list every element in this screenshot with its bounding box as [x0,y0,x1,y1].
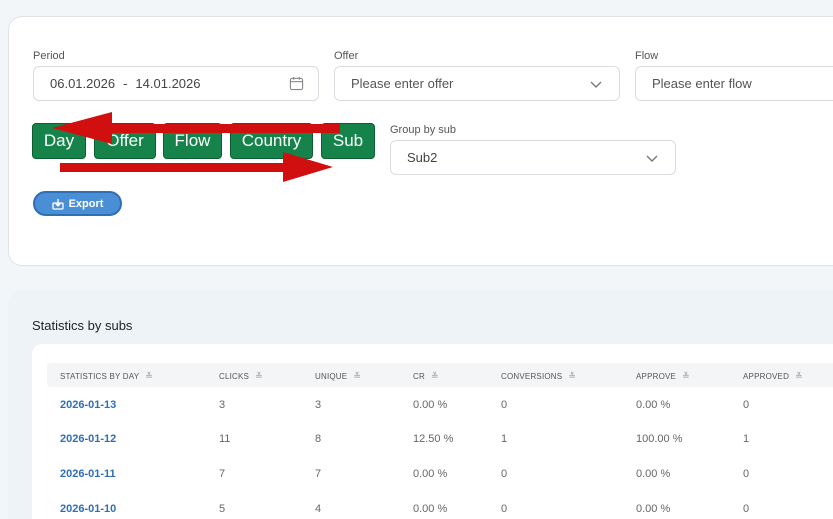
chevron-down-icon [590,81,602,88]
group-offer-button[interactable]: Offer [94,123,156,159]
cell-cr: 12.50 % [413,433,454,445]
download-icon [51,198,64,210]
page: Period 06.01.2026 - 14.01.2026 Offer Ple… [0,0,833,519]
cell-approved: 0 [743,503,750,515]
sort-icon: ≚ [795,371,803,381]
period-to: 14.01.2026 [135,76,201,91]
cell-unique: 7 [315,468,322,480]
sort-icon: ≚ [430,371,439,381]
cell-approve: 0.00 % [636,399,671,411]
cell-unique: 8 [315,433,322,445]
cell-conversions: 1 [501,433,508,445]
group-day-button[interactable]: Day [32,123,86,159]
sort-icon: ≚ [682,371,690,381]
group-by-sub-value: Sub2 [407,150,438,165]
cell-cr: 0.00 % [413,399,448,411]
sort-icon: ≚ [145,371,154,381]
period-separator: - [123,76,128,91]
column-header-clicks[interactable]: CLICKS ≚ [219,371,263,382]
cell-conversions: 0 [501,468,508,480]
row-date-link[interactable]: 2026-01-11 [60,468,116,480]
cell-clicks: 7 [219,468,226,480]
row-date-link[interactable]: 2026-01-13 [60,399,116,411]
calendar-icon [289,76,304,91]
sort-icon: ≚ [255,371,263,381]
cell-unique: 4 [315,503,322,515]
column-header-statistics-by-day[interactable]: STATISTICS BY DAY ≚ [60,371,153,382]
group-sub-button[interactable]: Sub [321,123,375,159]
column-header-label: UNIQUE [315,372,348,381]
table-header [47,363,833,387]
export-label: Export [68,197,104,210]
cell-approve: 0.00 % [636,503,671,515]
row-date-link[interactable]: 2026-01-12 [60,433,116,445]
cell-approve: 100.00 % [636,433,683,445]
offer-select[interactable]: Please enter offer [334,66,620,101]
flow-placeholder: Please enter flow [652,76,752,91]
cell-clicks: 11 [219,433,231,445]
cell-conversions: 0 [501,399,508,411]
sort-icon: ≚ [568,371,577,381]
group-by-sub-label: Group by sub [390,124,457,136]
period-from: 06.01.2026 [50,76,116,91]
cell-clicks: 5 [219,503,226,515]
cell-unique: 3 [315,399,322,411]
period-date-range-input[interactable]: 06.01.2026 - 14.01.2026 [33,66,319,101]
column-header-label: APPROVE [636,372,677,381]
column-header-conversions[interactable]: CONVERSIONS ≚ [501,371,576,382]
column-header-label: APPROVED [743,372,790,381]
column-header-unique[interactable]: UNIQUE ≚ [315,371,361,382]
column-header-approved[interactable]: APPROVED ≚ [743,371,803,382]
cell-approve: 0.00 % [636,468,671,480]
row-date-link[interactable]: 2026-01-10 [60,503,116,515]
chevron-down-icon [646,155,658,162]
offer-placeholder: Please enter offer [351,76,454,91]
cell-approved: 0 [743,468,750,480]
column-header-label: CONVERSIONS [501,372,563,381]
statistics-title: Statistics by subs [32,318,133,333]
cell-clicks: 3 [219,399,226,411]
cell-cr: 0.00 % [413,503,448,515]
flow-label: Flow [635,50,659,62]
export-button[interactable]: Export [33,191,122,216]
cell-approved: 0 [743,399,750,411]
group-by-sub-select[interactable]: Sub2 [390,140,676,175]
column-header-approve[interactable]: APPROVE ≚ [636,371,690,382]
offer-label: Offer [334,50,359,62]
column-header-label: STATISTICS BY DAY [60,372,140,381]
column-header-label: CLICKS [219,372,250,381]
cell-conversions: 0 [501,503,508,515]
cell-cr: 0.00 % [413,468,448,480]
cell-approved: 1 [743,433,750,445]
column-header-label: CR [413,372,425,381]
sort-icon: ≚ [353,371,362,381]
group-flow-button[interactable]: Flow [163,123,222,159]
period-label: Period [33,50,65,62]
group-country-button[interactable]: Country [230,123,313,159]
column-header-cr[interactable]: CR ≚ [413,371,439,382]
flow-select[interactable]: Please enter flow [635,66,833,101]
